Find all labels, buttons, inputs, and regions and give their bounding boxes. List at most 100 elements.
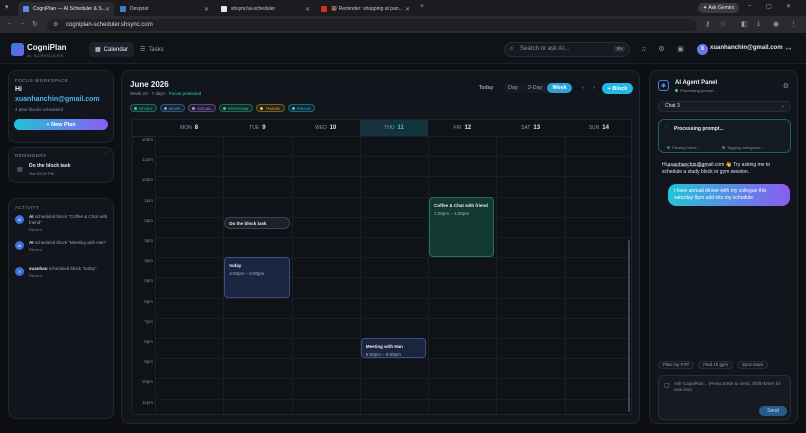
sidebar-email: xuanhanchin@gmail.com [15,96,100,103]
focus-workspace-label: FOCUS WORKSPACE [15,78,69,83]
chat-input[interactable]: ▢ Ask CogniPlan... (Press Enter to send,… [658,375,791,420]
calendar-event[interactable]: today 4:00pm – 6:00pm [224,257,290,298]
tag-label: WORK [168,105,182,111]
back-icon[interactable]: ← [6,20,13,27]
tag-dot [163,106,167,110]
reminders-more-icon[interactable]: ··· [102,151,107,157]
day-of-week: SAT [521,125,531,131]
maximize-icon[interactable]: ▢ [766,3,772,10]
browser-tab[interactable]: 🐻 Reminder: shopping at pan... ✕ [316,2,414,16]
url-field[interactable]: ⚙ cogniplan-scheduler.shsync.com [47,19,697,31]
profile-icon[interactable]: ◉ [773,20,779,28]
logout-icon[interactable]: ↦ [783,44,794,55]
tag-label: SOCIAL [197,105,212,111]
panel-toggle-icon[interactable]: ▣ [675,44,686,55]
tag-filter[interactable]: STUDY [130,104,157,112]
nav-tasks[interactable]: ☰ Tasks [134,42,170,57]
avatar[interactable]: X [697,44,708,55]
tab-close-icon[interactable]: ✕ [405,6,410,13]
tag-filter[interactable]: SOCIAL [188,104,216,112]
tab-search-icon[interactable]: ▾ [5,3,9,11]
view-week[interactable]: Week [547,83,572,93]
event-time: 4:00pm – 6:00pm [229,271,265,277]
tab-close-icon[interactable]: ✕ [305,6,310,13]
bookmark-star-icon[interactable]: ☆ [720,20,726,28]
tag-filter[interactable]: PERSONAL [218,104,254,112]
browser-menu-icon[interactable]: ⋮ [790,20,797,28]
nav-calendar[interactable]: ▦ Calendar [89,42,135,57]
forward-icon[interactable]: → [19,20,26,27]
tag-filter[interactable]: FOCUS [287,104,315,112]
hour-label: 6pm [144,298,153,304]
browser-tab[interactable]: CogniPlan — AI Scheduler & S... ✕ [18,2,114,16]
view-label: 3-Day [527,85,543,91]
day-header[interactable]: SAT 13 [496,120,564,136]
day-header[interactable]: MON 8 [155,120,223,136]
calendar-event[interactable]: Coffee & Chat with friend 1:00pm – 4:00pm [429,196,495,258]
hour-line [155,136,631,137]
day-header[interactable]: FRI 12 [428,120,496,136]
gemini-button[interactable]: ✦ Ask Gemini [698,3,739,13]
extensions-icon[interactable]: ◧ [741,20,748,28]
day-number: 8 [194,125,199,131]
calendar-event[interactable]: Do the block task [224,216,290,229]
suggestion-chip[interactable]: Sync team [737,361,769,369]
site-info-icon[interactable]: ⚙ [53,19,58,31]
tab-favicon-icon [321,6,327,12]
today-button[interactable]: Today [475,83,497,93]
day-header[interactable]: THU 11 [360,120,428,136]
agent-status: Processing prompt... [675,88,717,93]
reminder-item[interactable]: ▤ Do the block task Tue 02:00 PM [15,163,107,179]
close-window-icon[interactable]: ✕ [786,3,791,10]
download-icon[interactable]: ⤓ [757,20,760,28]
suggestion-chip[interactable]: Plan my FYP [658,361,695,369]
activity-when: Recent [29,247,42,252]
activity-avatar: AI [15,215,24,224]
day-of-week: WED [315,125,327,131]
settings-icon[interactable]: ⚙ [656,44,667,55]
hour-line [155,317,631,319]
bell-icon[interactable]: ♫ [638,44,649,55]
nav-calendar-label: Calendar [103,46,129,53]
key-icon[interactable]: ⚷ [705,20,710,28]
tag-filter[interactable]: TRAVEL [256,104,285,112]
activity-text: AI scheduled block "Meeting with Han" Rec… [29,240,109,253]
chat-select[interactable]: Chat 3 ⌄ [658,101,791,112]
new-tab-icon[interactable]: + [420,3,424,10]
calendar-event[interactable]: Meeting with Han 8:00pm – 9:00pm [360,338,427,359]
view-switcher: Day 3-Day Week [503,83,572,93]
activity-description: scheduled block "Coffee & Chat with frie… [29,214,108,225]
browser-tab-title: shsync/ai-scheduler [231,6,276,12]
search-input[interactable]: ⌕ Search or ask AI... ⌘K [504,42,630,57]
suggestion-chip[interactable]: Find 1h gym [698,361,734,369]
agent-settings-icon[interactable]: ⚙ [783,82,789,90]
browser-tab[interactable]: shsync/ai-scheduler ✕ [216,2,314,16]
view-3-day[interactable]: 3-Day [523,83,548,93]
day-number: 12 [464,125,472,131]
next-week-button[interactable]: › [589,83,599,93]
view-day[interactable]: Day [503,83,523,93]
tab-close-icon[interactable]: ✕ [105,6,110,13]
tag-filter[interactable]: WORK [159,104,186,112]
grid-scrollbar[interactable] [628,240,630,412]
calendar-icon: ▦ [95,47,101,53]
new-plan-button[interactable]: + New Plan [14,119,108,130]
search-icon: ⌕ [510,46,514,52]
day-header[interactable]: SUN 14 [565,120,631,136]
minimize-icon[interactable]: – [748,3,751,9]
browser-tab[interactable]: Devpost ✕ [115,2,213,16]
hour-label: 11pm [142,399,153,405]
calendar-title: June 2026 [130,80,169,89]
reload-icon[interactable]: ↻ [32,20,38,28]
send-button[interactable]: Send [759,406,787,416]
tab-close-icon[interactable]: ✕ [204,6,209,13]
prev-week-button[interactable]: ‹ [578,83,588,93]
status-dot [675,89,678,92]
nav-tasks-label: Tasks [148,46,164,53]
day-of-week: FRI [453,125,462,131]
hour-line [155,196,631,198]
event-title: Meeting with Han [365,344,403,349]
add-block-button[interactable]: + Block [602,83,633,94]
day-header[interactable]: TUE 9 [223,120,291,136]
day-header[interactable]: WED 10 [292,120,360,136]
